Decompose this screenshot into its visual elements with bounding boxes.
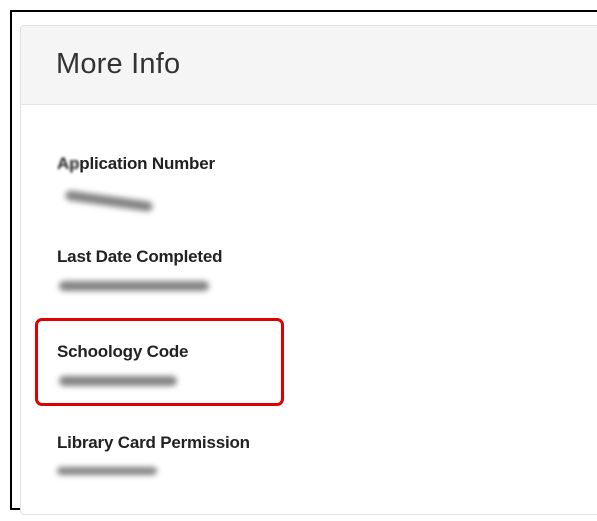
field-label-rest: plication Number (79, 154, 215, 173)
field-label: Last Date Completed (57, 247, 223, 266)
field-label: Application Number (57, 154, 457, 174)
field-value-redacted (59, 281, 209, 291)
panel-header: More Info (21, 26, 597, 105)
highlight-box (35, 318, 284, 406)
field-library-card-permission: Library Card Permission (57, 433, 457, 475)
more-info-panel: More Info Application Number Last Date C… (20, 25, 597, 515)
field-value-redacted (64, 189, 154, 213)
field-label-blurred-part: Ap (57, 154, 80, 173)
field-last-date-completed: Last Date Completed (57, 247, 457, 291)
field-label: Library Card Permission (57, 433, 250, 452)
field-application-number: Application Number (57, 154, 457, 213)
field-value-redacted (57, 467, 157, 475)
panel-title: More Info (56, 48, 181, 80)
